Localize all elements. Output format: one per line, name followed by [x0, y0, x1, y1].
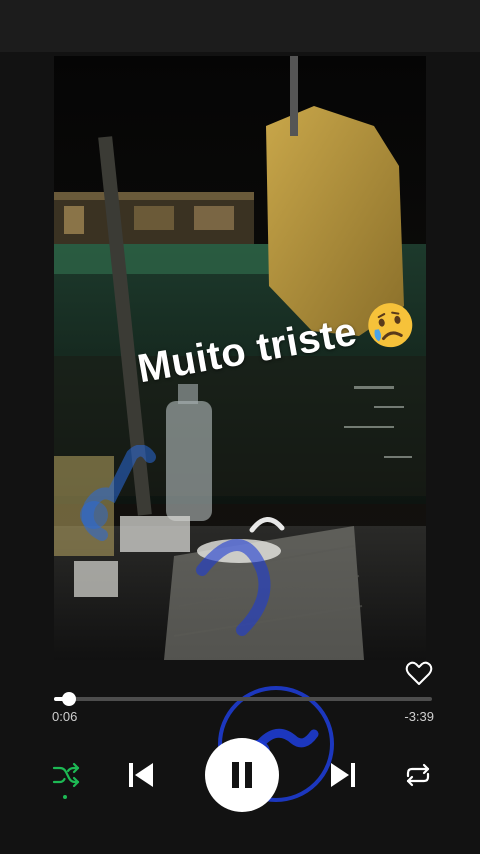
- pause-icon: [232, 762, 252, 788]
- video-player[interactable]: Muito triste: [54, 56, 426, 660]
- repeat-icon[interactable]: [404, 762, 432, 788]
- elapsed-time: 0:06: [52, 709, 78, 724]
- remaining-time: -3:39: [404, 709, 434, 724]
- app-screen: Muito triste 0:06 -3:39: [0, 0, 480, 854]
- skip-previous-icon[interactable]: [124, 758, 158, 792]
- shuffle-active-indicator: [63, 795, 67, 799]
- seek-bar[interactable]: [54, 692, 432, 706]
- seek-bar-handle[interactable]: [61, 692, 76, 706]
- skip-next-icon[interactable]: [326, 758, 360, 792]
- status-bar: [0, 0, 480, 52]
- pause-button[interactable]: [205, 738, 279, 812]
- heart-outline-icon[interactable]: [404, 658, 434, 688]
- shuffle-icon[interactable]: [52, 762, 80, 788]
- sad-face-emoji-icon: [367, 303, 412, 348]
